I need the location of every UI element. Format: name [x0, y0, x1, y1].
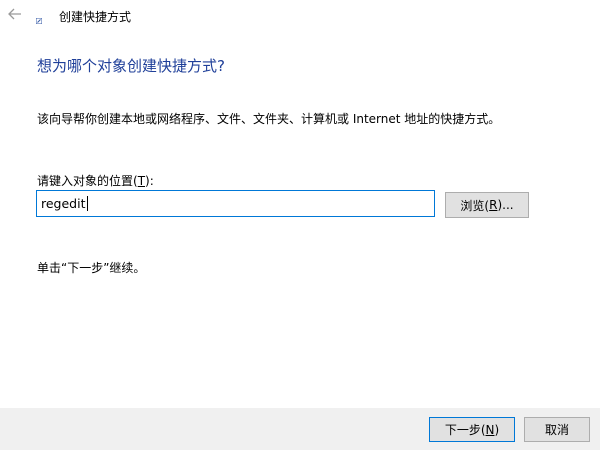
cancel-button[interactable]: 取消: [524, 417, 590, 442]
description-text: 该向导帮你创建本地或网络程序、文件、文件夹、计算机或 Internet 地址的快…: [37, 112, 501, 126]
location-input-value: regedit: [41, 196, 86, 211]
back-button[interactable]: [6, 6, 24, 24]
next-access-key: N: [485, 422, 495, 437]
text-caret: [86, 196, 88, 211]
location-input[interactable]: regedit: [36, 190, 435, 217]
back-arrow-icon: [8, 8, 22, 23]
page-heading: 想为哪个对象创建快捷方式?: [37, 57, 225, 75]
window-title: 创建快捷方式: [59, 10, 132, 24]
label-access-key: T: [137, 174, 146, 188]
browse-button[interactable]: 浏览(R)...: [445, 192, 529, 218]
hint-text: 单击“下一步”继续。: [37, 261, 146, 275]
title-bar: 创建快捷方式: [0, 0, 600, 32]
next-button[interactable]: 下一步(N): [429, 417, 515, 442]
shortcut-app-icon: [35, 13, 43, 25]
location-label: 请键入对象的位置(T):: [37, 174, 154, 188]
browse-access-key: R: [489, 198, 498, 212]
